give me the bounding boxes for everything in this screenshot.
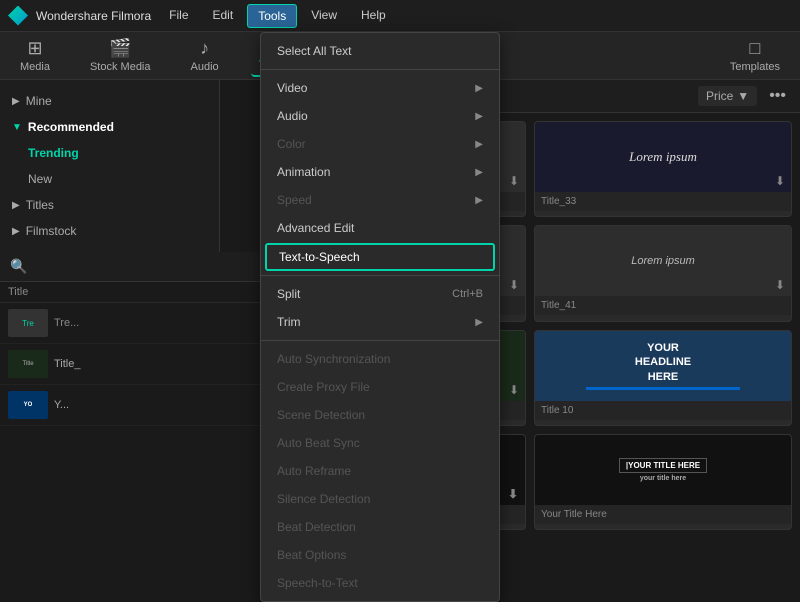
menu-beat-detect: Beat Detection xyxy=(261,513,499,541)
menu-text-to-speech[interactable]: Text-to-Speech xyxy=(265,243,495,271)
mine-triangle-icon: ▶ xyxy=(12,96,20,107)
panel-search-icon: 🔍 xyxy=(10,258,27,275)
stock-media-icon: 🎬 xyxy=(109,38,131,59)
titles-triangle-icon: ▶ xyxy=(12,200,20,211)
title-col-header: Title xyxy=(0,282,260,303)
more-options-button[interactable]: ••• xyxy=(765,87,790,105)
menu-speed: Speed ▶ xyxy=(261,186,499,214)
speed-arrow-icon: ▶ xyxy=(475,195,483,206)
app-logo xyxy=(8,6,28,26)
template-label-10: Title 10 xyxy=(535,401,791,420)
download-icon-33: ⬇ xyxy=(775,174,785,188)
template-thumb-10: YOURHEADLINEHERE xyxy=(535,331,791,401)
left-panel: ▶ Mine ▼ Recommended Trending New ▶ Titl… xyxy=(0,80,260,538)
menu-video[interactable]: Video ▶ xyxy=(261,74,499,102)
menu-auto-beat: Auto Beat Sync xyxy=(261,429,499,457)
title-list-trending[interactable]: Tre Tre... xyxy=(0,303,260,344)
download-icon-27: ⬇ xyxy=(509,278,519,292)
download-icon-40: ⬇ xyxy=(509,383,519,397)
recommended-triangle-icon: ▼ xyxy=(12,122,22,133)
audio-arrow-icon: ▶ xyxy=(475,111,483,122)
menu-help[interactable]: Help xyxy=(351,4,396,28)
title-list-item-2[interactable]: YO Y... xyxy=(0,385,260,426)
toolbar-media[interactable]: ⊞ Media xyxy=(12,34,58,77)
template-title-41[interactable]: Lorem ipsum ⬇ Title_41 xyxy=(534,225,792,321)
menu-file[interactable]: File xyxy=(159,4,198,28)
menu-speech-to-text: Speech-to-Text xyxy=(261,569,499,597)
title-bar: Wondershare Filmora File Edit Tools View… xyxy=(0,0,800,32)
menu-divider-1 xyxy=(261,69,499,70)
template-label-41: Title_41 xyxy=(535,296,791,315)
split-shortcut: Ctrl+B xyxy=(452,288,483,300)
title-thumb-trending: Tre xyxy=(8,309,48,337)
menu-create-proxy: Create Proxy File xyxy=(261,373,499,401)
template-thumb-41: Lorem ipsum ⬇ xyxy=(535,226,791,296)
sidebar-trending[interactable]: Trending xyxy=(0,140,219,166)
template-your-title-2[interactable]: |YOUR TITLE HERE your title here Your Ti… xyxy=(534,434,792,530)
template-thumb-33: Lorem ipsum ⬇ xyxy=(535,122,791,192)
sidebar-mine[interactable]: ▶ Mine xyxy=(0,88,219,114)
download-icon-41: ⬇ xyxy=(775,278,785,292)
template-thumb-your-title-2: |YOUR TITLE HERE your title here xyxy=(535,435,791,505)
tools-menu: Select All Text Video ▶ Audio ▶ Color ▶ … xyxy=(260,32,500,602)
menu-advanced-edit[interactable]: Advanced Edit xyxy=(261,214,499,242)
title-list-item-1[interactable]: Title Title_ xyxy=(0,344,260,385)
animation-arrow-icon: ▶ xyxy=(475,167,483,178)
menu-select-all-text[interactable]: Select All Text xyxy=(261,37,499,65)
menu-beat-options: Beat Options xyxy=(261,541,499,569)
menu-tools[interactable]: Tools xyxy=(247,4,297,28)
menu-auto-reframe: Auto Reframe xyxy=(261,457,499,485)
title-thumb-2: YO xyxy=(8,391,48,419)
menu-animation[interactable]: Animation ▶ xyxy=(261,158,499,186)
template-label-33: Title_33 xyxy=(535,192,791,211)
menu-silence-detect: Silence Detection xyxy=(261,485,499,513)
video-arrow-icon: ▶ xyxy=(475,83,483,94)
menu-audio[interactable]: Audio ▶ xyxy=(261,102,499,130)
color-arrow-icon: ▶ xyxy=(475,139,483,150)
menu-divider-3 xyxy=(261,340,499,341)
app-name: Wondershare Filmora xyxy=(36,9,151,23)
headline-blue-bar xyxy=(586,387,740,390)
template-label-your-title-2: Your Title Here xyxy=(535,505,791,524)
toolbar-stock-media[interactable]: 🎬 Stock Media xyxy=(82,34,159,77)
toolbar-audio[interactable]: ♪ Audio xyxy=(183,34,227,77)
sort-dropdown[interactable]: Price ▼ xyxy=(698,86,757,106)
menu-trim[interactable]: Trim ▶ xyxy=(261,308,499,336)
sidebar: ▶ Mine ▼ Recommended Trending New ▶ Titl… xyxy=(0,80,220,252)
download-icon-your-title-1: ⬇ xyxy=(508,487,519,501)
templates-icon: □ xyxy=(749,38,760,59)
title-list: Tre Tre... Title Title_ YO Y... xyxy=(0,303,260,426)
sidebar-recommended[interactable]: ▼ Recommended xyxy=(0,114,219,140)
sidebar-filmstock[interactable]: ▶ Filmstock xyxy=(0,218,219,244)
chevron-down-icon: ▼ xyxy=(737,89,749,103)
menu-auto-sync: Auto Synchronization xyxy=(261,345,499,373)
sidebar-new[interactable]: New xyxy=(0,166,219,192)
template-title-10[interactable]: YOURHEADLINEHERE Title 10 xyxy=(534,330,792,426)
audio-icon: ♪ xyxy=(200,38,209,59)
toolbar-templates[interactable]: □ Templates xyxy=(722,34,788,77)
download-icon: ⬇ xyxy=(509,174,519,188)
menu-scene-detect: Scene Detection xyxy=(261,401,499,429)
menu-bar: File Edit Tools View Help xyxy=(159,4,396,28)
menu-color: Color ▶ xyxy=(261,130,499,158)
title-thumb-1: Title xyxy=(8,350,48,378)
filmstock-triangle-icon: ▶ xyxy=(12,226,20,237)
menu-edit[interactable]: Edit xyxy=(203,4,244,28)
template-title-33[interactable]: Lorem ipsum ⬇ Title_33 xyxy=(534,121,792,217)
menu-divider-2 xyxy=(261,275,499,276)
menu-view[interactable]: View xyxy=(301,4,347,28)
media-icon: ⊞ xyxy=(27,38,42,59)
panel-search-row: 🔍 xyxy=(0,252,260,282)
trim-arrow-icon: ▶ xyxy=(475,317,483,328)
menu-split[interactable]: Split Ctrl+B xyxy=(261,280,499,308)
sidebar-titles[interactable]: ▶ Titles xyxy=(0,192,219,218)
